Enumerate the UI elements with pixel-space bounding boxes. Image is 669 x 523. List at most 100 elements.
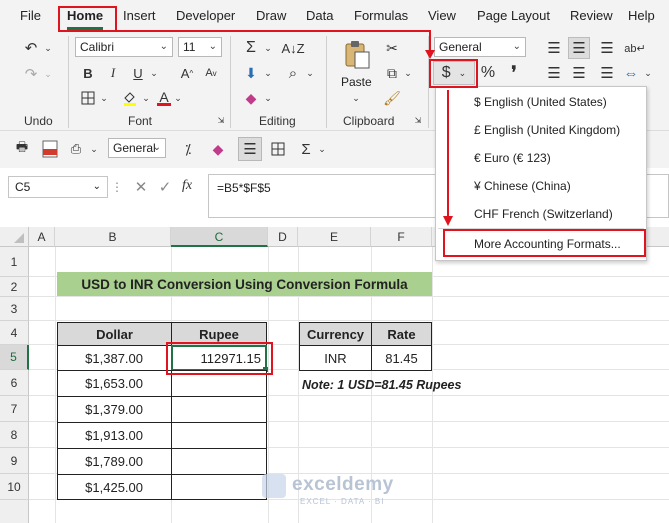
tab-data[interactable]: Data (306, 8, 333, 23)
font-color-icon[interactable]: A (154, 88, 174, 108)
select-all-corner[interactable] (0, 227, 29, 247)
dollar-cell[interactable]: $1,425.00 (57, 474, 172, 500)
increase-font-icon[interactable]: A ^ (176, 63, 198, 83)
copy-dropdown-icon[interactable]: ⌄ (402, 63, 414, 83)
tab-view[interactable]: View (428, 8, 456, 23)
insert-function-icon[interactable]: fx (182, 178, 192, 194)
eraser-icon[interactable]: ◆ (208, 139, 228, 159)
dialog-launcher-icon[interactable]: ⇲ (215, 114, 227, 126)
dollar-cell[interactable]: $1,653.00 (57, 370, 172, 397)
rupee-cell[interactable] (171, 448, 267, 475)
rupee-cell[interactable] (171, 422, 267, 449)
name-box[interactable]: C5 ⌄ (8, 176, 108, 198)
percent-format-icon[interactable]: ⁒ (178, 139, 198, 159)
find-dropdown-icon[interactable]: ⌄ (304, 63, 316, 83)
sum-dropdown-icon[interactable]: ⌄ (316, 139, 328, 159)
menu-item-cny[interactable]: ¥ Chinese (China) (474, 179, 571, 193)
paste-dropdown-icon[interactable]: ⌄ (350, 90, 362, 106)
print-preview-icon[interactable]: ⎙ (66, 139, 86, 159)
borders-dropdown-icon[interactable]: ⌄ (98, 88, 110, 108)
qat-number-format-combo[interactable]: General ⌄ (108, 138, 166, 158)
column-header[interactable]: E (298, 227, 371, 247)
tab-review[interactable]: Review (570, 8, 613, 23)
merge-dropdown-icon[interactable]: ⌄ (642, 63, 654, 83)
fill-dropdown-icon[interactable]: ⌄ (140, 88, 152, 108)
column-header[interactable]: B (55, 227, 171, 247)
menu-item-gbp[interactable]: £ English (United Kingdom) (474, 123, 620, 137)
number-format-combo[interactable]: General ⌄ (434, 37, 526, 57)
rupee-cell[interactable] (171, 474, 267, 500)
sum-icon[interactable]: Σ (296, 139, 316, 159)
rate-table-header[interactable]: Currency (299, 322, 372, 346)
row-header[interactable]: 5 (0, 345, 29, 370)
row-header[interactable]: 3 (0, 297, 29, 321)
decrease-font-icon[interactable]: Av (200, 63, 222, 83)
dollar-cell[interactable]: $1,387.00 (57, 345, 172, 371)
row-header[interactable]: 2 (0, 277, 29, 297)
dialog-launcher-icon[interactable]: ⇲ (412, 114, 424, 126)
tab-developer[interactable]: Developer (176, 8, 235, 23)
cut-icon[interactable]: ✂ (382, 38, 402, 58)
currency-cell[interactable]: INR (299, 345, 372, 371)
format-painter-icon[interactable]: 🖌 (382, 88, 402, 108)
align-left-icon[interactable]: ☰ (543, 63, 565, 83)
rate-table-header[interactable]: Rate (371, 322, 432, 346)
font-size-combo[interactable]: 11 ⌄ (178, 37, 222, 57)
align-center-icon[interactable]: ☰ (568, 63, 590, 83)
tab-help[interactable]: Help (628, 8, 655, 23)
underline-dropdown-icon[interactable]: ⌄ (148, 63, 160, 83)
align-middle-icon[interactable]: ☰ (568, 37, 590, 59)
row-header[interactable]: 9 (0, 448, 29, 474)
row-header[interactable]: 7 (0, 396, 29, 422)
all-borders-icon[interactable] (268, 139, 288, 159)
undo-icon[interactable]: ↶ (20, 38, 42, 58)
row-header[interactable]: 8 (0, 422, 29, 448)
dollar-cell[interactable]: $1,913.00 (57, 422, 172, 449)
undo-dropdown-icon[interactable]: ⌄ (42, 38, 54, 58)
merge-center-icon[interactable]: ⇔ (620, 63, 642, 83)
center-align-icon[interactable]: ☰ (238, 137, 262, 161)
tab-insert[interactable]: Insert (123, 8, 156, 23)
dollar-cell[interactable]: $1,789.00 (57, 448, 172, 475)
find-icon[interactable]: ⌕ (282, 63, 304, 83)
rate-cell[interactable]: 81.45 (371, 345, 432, 371)
tab-draw[interactable]: Draw (256, 8, 286, 23)
comma-style-icon[interactable]: ❜ (504, 62, 524, 84)
qat-dropdown-icon[interactable]: ⌄ (88, 139, 100, 159)
row-header[interactable]: 1 (0, 247, 29, 277)
column-header[interactable]: D (268, 227, 298, 247)
font-color-dropdown-icon[interactable]: ⌄ (172, 88, 184, 108)
redo-dropdown-icon[interactable]: ⌄ (42, 64, 54, 84)
sheet-title[interactable]: USD to INR Conversion Using Conversion F… (57, 272, 432, 296)
italic-icon[interactable]: I (103, 63, 123, 83)
sort-filter-icon[interactable]: A↓Z (281, 38, 304, 58)
menu-item-eur[interactable]: € Euro (€ 123) (474, 151, 551, 165)
borders-icon[interactable] (78, 88, 98, 108)
row-header[interactable]: 4 (0, 321, 29, 345)
copy-icon[interactable]: ⧉ (382, 63, 402, 83)
fill-down-icon[interactable]: ⬇ (240, 63, 262, 83)
row-header[interactable]: 10 (0, 474, 29, 500)
paste-label[interactable]: Paste (341, 75, 372, 89)
menu-item-chf[interactable]: CHF French (Switzerland) (474, 207, 613, 221)
column-header[interactable]: F (371, 227, 432, 247)
fill-color-icon[interactable] (120, 88, 140, 108)
pdf-icon[interactable] (40, 139, 60, 159)
dollar-cell[interactable]: $1,379.00 (57, 396, 172, 423)
tab-page-layout[interactable]: Page Layout (477, 8, 550, 23)
rupee-cell[interactable] (171, 396, 267, 423)
wrap-text-icon[interactable]: ab↵ (624, 38, 646, 58)
column-header[interactable]: A (29, 227, 55, 247)
tab-file[interactable]: File (20, 8, 41, 23)
autosum-icon[interactable]: Σ (240, 38, 262, 58)
cancel-icon[interactable]: ✕ (132, 178, 150, 196)
clear-icon[interactable]: ◆ (240, 88, 262, 108)
redo-icon[interactable]: ↷ (20, 64, 42, 84)
align-bottom-icon[interactable]: ☰ (596, 38, 618, 58)
column-header[interactable]: C (171, 227, 268, 247)
tab-formulas[interactable]: Formulas (354, 8, 408, 23)
bold-icon[interactable]: B (78, 63, 98, 83)
align-right-icon[interactable]: ☰ (596, 63, 618, 83)
enter-icon[interactable]: ✓ (156, 178, 174, 196)
percent-icon[interactable]: % (478, 62, 498, 84)
